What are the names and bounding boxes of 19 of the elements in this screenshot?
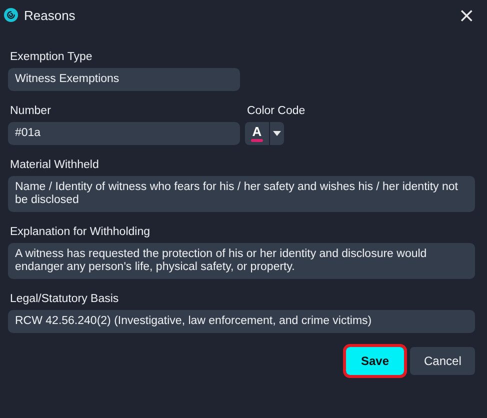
dropdown-button[interactable] [270,122,284,145]
field-label: Color Code [246,105,306,117]
field-label: Explanation for Withholding [9,226,151,238]
input-field[interactable]: #01a [8,122,240,145]
input-field[interactable]: Witness Exemptions [8,68,240,91]
text-area[interactable]: Name / Identity of witness who fears for his / her safety and wishes his / her identity not be disclosed [8,176,475,212]
field-label: Material Withheld [9,159,100,171]
close-button[interactable]: × [456,5,477,25]
field-label: Number [9,105,52,117]
field-label: Exemption Type [9,51,94,63]
app-logo-icon [4,8,18,22]
cancel-button[interactable]: Cancel [410,347,475,375]
text-area[interactable]: A witness has requested the protection of his or her identity and disclosure would endanger any person's life, physical safety, or property. [8,243,475,279]
color-picker-button[interactable]: A [245,122,269,145]
save-button[interactable]: Save [346,347,404,375]
window-title: Reasons [24,8,76,22]
input-field[interactable]: RCW 42.56.240(2) (Investigative, law enforcement, and crime victims) [8,310,475,333]
caret-icon [273,131,281,136]
field-label: Legal/Statutory Basis [9,293,120,305]
